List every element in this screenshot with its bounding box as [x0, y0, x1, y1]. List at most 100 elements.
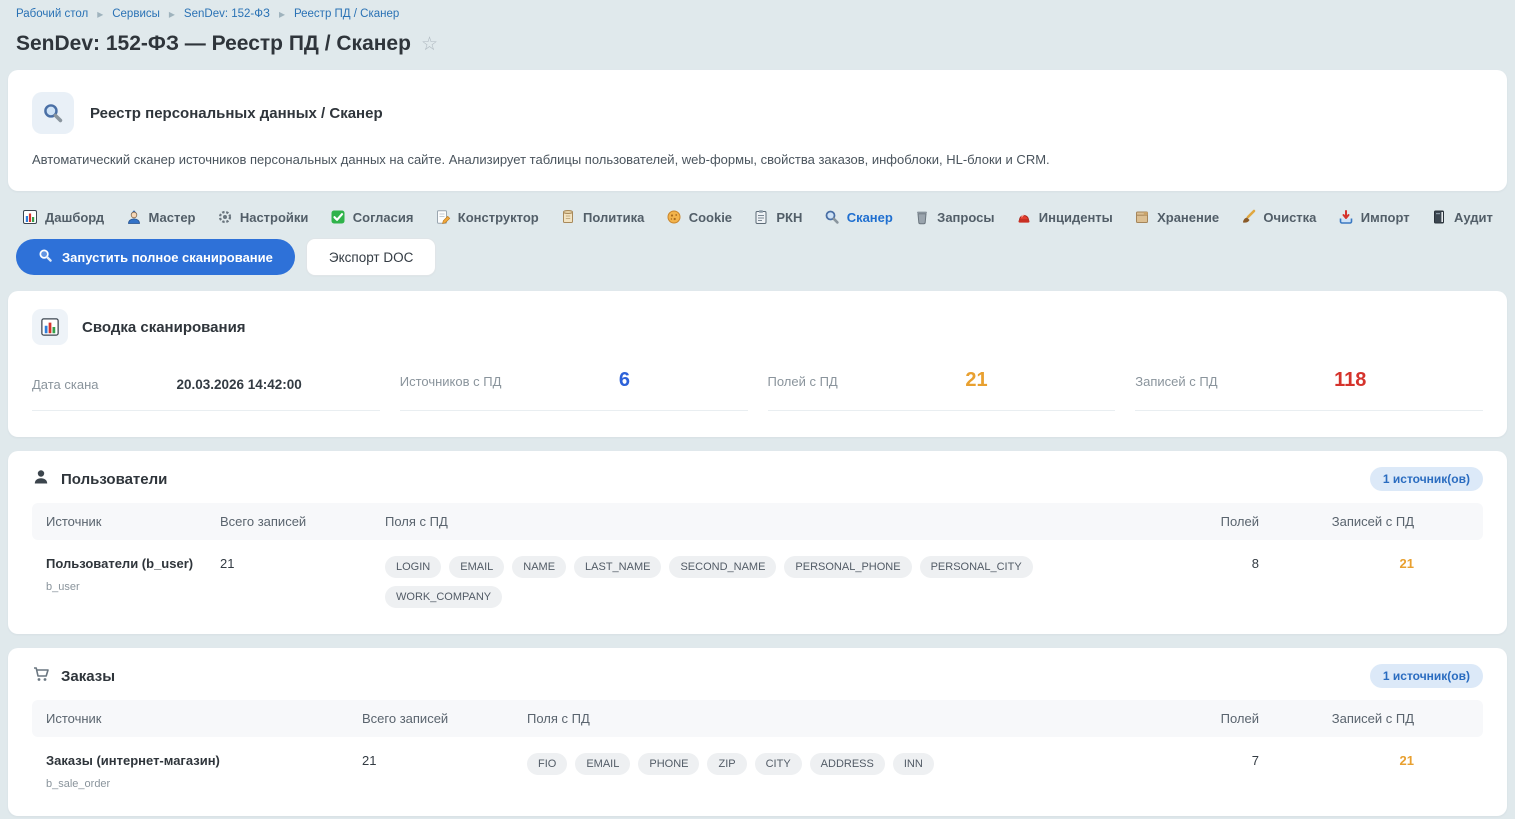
- breadcrumb-item-module[interactable]: SenDev: 152-ФЗ: [184, 8, 270, 20]
- total-records-value: 21: [220, 556, 385, 571]
- breadcrumb-separator-icon: ▸: [279, 8, 285, 20]
- clipboard-icon: [753, 209, 769, 225]
- tab-label: Согласия: [353, 210, 414, 225]
- run-full-scan-button[interactable]: Запустить полное сканирование: [16, 239, 295, 275]
- table-row: Пользователи (b_user) b_user 21 LOGIN EM…: [32, 540, 1483, 614]
- tab-label: Аудит: [1454, 210, 1493, 225]
- tab-bar: Дашборд Мастер Настройки Согласия Констр…: [8, 205, 1507, 237]
- chart-icon: [22, 209, 38, 225]
- total-records-value: 21: [362, 753, 527, 768]
- document-pencil-icon: [435, 209, 451, 225]
- source-name: Пользователи (b_user): [46, 556, 220, 571]
- pd-field-badge: LOGIN: [385, 556, 441, 578]
- tab-label: Хранение: [1157, 210, 1219, 225]
- summary-title: Сводка сканирования: [82, 319, 246, 336]
- tab-wizard[interactable]: Мастер: [126, 209, 196, 225]
- breadcrumb-item-services[interactable]: Сервисы: [112, 8, 160, 20]
- pd-field-badge: NAME: [512, 556, 566, 578]
- pd-field-badge: WORK_COMPANY: [385, 586, 502, 608]
- run-full-scan-label: Запустить полное сканирование: [62, 250, 273, 265]
- stat-sources-with-pd: Источников с ПД 6: [400, 369, 748, 411]
- tab-constructor[interactable]: Конструктор: [435, 209, 539, 225]
- source-code: b_user: [46, 581, 220, 593]
- stat-scan-date: Дата скана 20.03.2026 14:42:00: [32, 377, 380, 411]
- breadcrumb-separator-icon: ▸: [97, 8, 103, 20]
- pd-field-badge: EMAIL: [575, 753, 630, 775]
- intro-title: Реестр персональных данных / Сканер: [90, 105, 383, 122]
- breadcrumb-separator-icon: ▸: [169, 8, 175, 20]
- fields-count-value: 8: [1139, 556, 1259, 571]
- table-header: Источник Всего записей Поля с ПД Полей З…: [32, 700, 1483, 737]
- table-row: Заказы (интернет-магазин) b_sale_order 2…: [32, 737, 1483, 796]
- tab-dashboard[interactable]: Дашборд: [22, 209, 104, 225]
- intro-card: Реестр персональных данных / Сканер Авто…: [8, 70, 1507, 191]
- table-header: Источник Всего записей Поля с ПД Полей З…: [32, 503, 1483, 540]
- tab-settings[interactable]: Настройки: [217, 209, 309, 225]
- import-icon: [1338, 209, 1354, 225]
- column-total-records: Всего записей: [362, 711, 527, 726]
- siren-icon: [1016, 209, 1032, 225]
- pd-field-badge: PERSONAL_PHONE: [784, 556, 911, 578]
- pd-records-value: 21: [1259, 753, 1469, 768]
- tab-requests[interactable]: Запросы: [914, 209, 994, 225]
- pd-field-badge: FIO: [527, 753, 567, 775]
- pd-field-badges: LOGIN EMAIL NAME LAST_NAME SECOND_NAME P…: [385, 556, 1119, 608]
- tab-label: Инциденты: [1039, 210, 1113, 225]
- tab-label: Конструктор: [458, 210, 539, 225]
- pd-field-badge: PHONE: [638, 753, 699, 775]
- scan-summary-card: Сводка сканирования Дата скана 20.03.202…: [8, 291, 1507, 437]
- tab-audit[interactable]: Аудит: [1431, 209, 1493, 225]
- scroll-icon: [560, 209, 576, 225]
- brush-icon: [1240, 209, 1256, 225]
- tab-rkn[interactable]: РКН: [753, 209, 802, 225]
- tab-label: Импорт: [1361, 210, 1410, 225]
- tab-label: Очистка: [1263, 210, 1316, 225]
- pd-field-badge: SECOND_NAME: [669, 556, 776, 578]
- stat-fields-with-pd: Полей с ПД 21: [768, 369, 1116, 411]
- tab-policy[interactable]: Политика: [560, 209, 644, 225]
- column-source: Источник: [46, 514, 220, 529]
- tab-import[interactable]: Импорт: [1338, 209, 1410, 225]
- breadcrumb-item-desktop[interactable]: Рабочий стол: [16, 8, 88, 20]
- stat-label: Записей с ПД: [1135, 374, 1217, 389]
- tab-cookie[interactable]: Cookie: [666, 209, 732, 225]
- magnifier-icon: [824, 209, 840, 225]
- book-icon: [1431, 209, 1447, 225]
- column-pd-fields: Поля с ПД: [527, 711, 1139, 726]
- tab-label: Cookie: [689, 210, 732, 225]
- stat-label: Дата скана: [32, 377, 99, 392]
- page-title: SenDev: 152-ФЗ — Реестр ПД / Сканер: [16, 32, 411, 56]
- column-pd-fields: Поля с ПД: [385, 514, 1139, 529]
- stat-value: 21: [838, 369, 1116, 392]
- tab-label: Настройки: [240, 210, 309, 225]
- tab-scanner[interactable]: Сканер: [824, 209, 893, 225]
- stat-value: 20.03.2026 14:42:00: [99, 377, 380, 392]
- export-doc-button[interactable]: Экспорт DOC: [307, 239, 435, 275]
- tab-consents[interactable]: Согласия: [330, 209, 414, 225]
- bar-chart-icon: [32, 309, 68, 345]
- column-source: Источник: [46, 711, 362, 726]
- breadcrumb-item-current[interactable]: Реестр ПД / Сканер: [294, 8, 399, 20]
- source-name: Заказы (интернет-магазин): [46, 753, 362, 768]
- tab-incidents[interactable]: Инциденты: [1016, 209, 1113, 225]
- tab-label: Запросы: [937, 210, 994, 225]
- trash-icon: [914, 209, 930, 225]
- section-title: Заказы: [61, 668, 1359, 685]
- gear-icon: [217, 209, 233, 225]
- stat-label: Источников с ПД: [400, 374, 502, 389]
- magnifier-icon: [38, 248, 53, 266]
- stat-records-with-pd: Записей с ПД 118: [1135, 369, 1483, 411]
- tab-storage[interactable]: Хранение: [1134, 209, 1219, 225]
- column-total-records: Всего записей: [220, 514, 385, 529]
- stat-label: Полей с ПД: [768, 374, 838, 389]
- source-count-badge: 1 источник(ов): [1370, 664, 1483, 688]
- column-pd-records: Записей с ПД: [1259, 514, 1469, 529]
- box-icon: [1134, 209, 1150, 225]
- fields-count-value: 7: [1139, 753, 1259, 768]
- tab-label: Политика: [583, 210, 644, 225]
- tab-cleanup[interactable]: Очистка: [1240, 209, 1316, 225]
- pd-records-value: 21: [1259, 556, 1469, 571]
- favorite-star-icon[interactable]: ☆: [421, 33, 438, 56]
- column-fields-count: Полей: [1139, 514, 1259, 529]
- pd-field-badge: LAST_NAME: [574, 556, 661, 578]
